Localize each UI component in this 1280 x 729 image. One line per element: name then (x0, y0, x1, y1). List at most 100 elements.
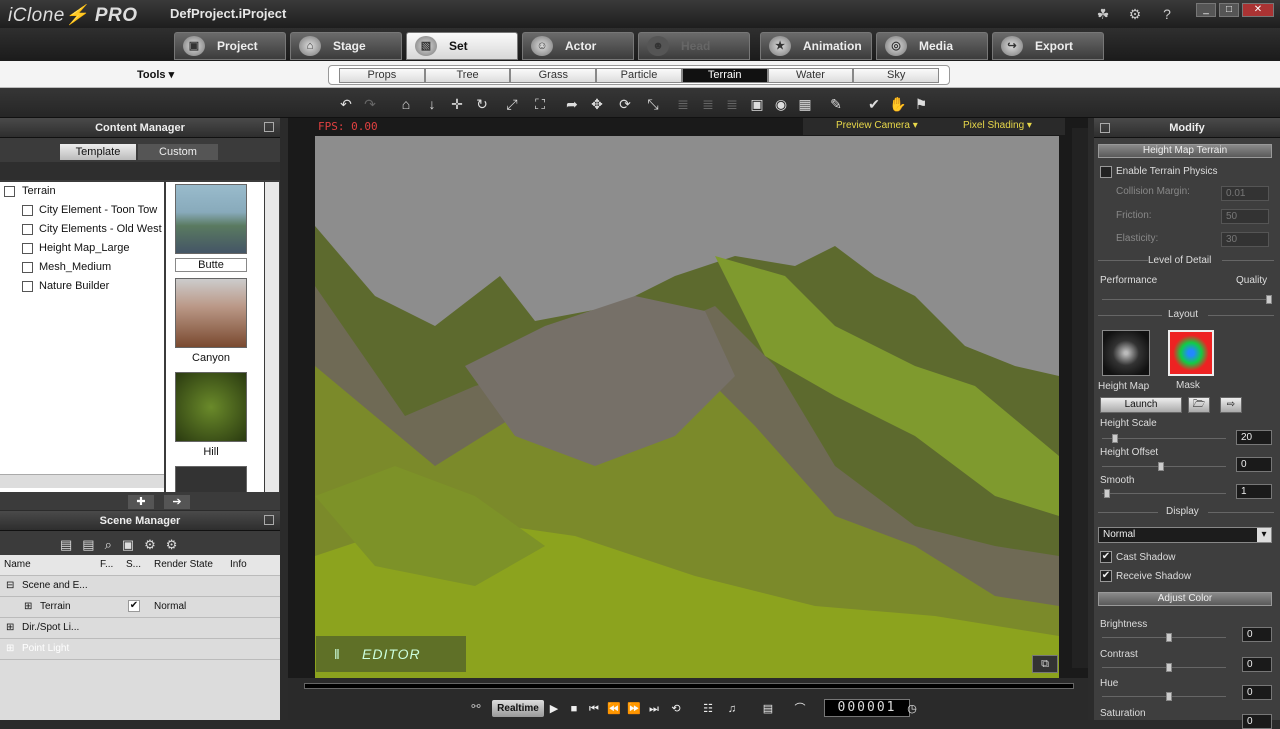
thumbnail-next[interactable] (175, 466, 247, 492)
tab-custom[interactable]: Custom (138, 144, 218, 160)
pan-icon[interactable]: ✥ (589, 96, 605, 112)
scene-toolbar[interactable]: ▤▤⌕▣⚙⚙ (60, 537, 230, 553)
camera-dropdown[interactable]: Preview Camera ▾ (836, 120, 918, 131)
subtab-terrain[interactable]: Terrain (681, 68, 768, 83)
realtime-button[interactable]: Realtime (492, 700, 544, 717)
table-row[interactable]: ⊞ Point Light (0, 639, 280, 660)
slider-knob[interactable] (1166, 633, 1172, 642)
scale-icon[interactable]: ⤢ (504, 96, 520, 112)
display-dropdown[interactable]: Normal ▾ (1098, 527, 1272, 543)
tab-animation[interactable]: ★ Animation (760, 32, 872, 60)
restore-view-icon[interactable]: ⧉ (1032, 655, 1058, 673)
undo-icon[interactable]: ↶ (338, 96, 354, 112)
launch-button[interactable]: Launch (1100, 397, 1182, 413)
brightness-slider[interactable] (1102, 633, 1226, 642)
first-frame-icon[interactable]: ⏮ (586, 702, 602, 716)
minimize-button[interactable]: _ (1196, 3, 1216, 17)
curve-icon[interactable]: ⌒ (792, 702, 808, 716)
subtab-grass[interactable]: Grass (510, 68, 597, 83)
height-offset-field[interactable]: 0 (1236, 457, 1272, 472)
height-scale-slider[interactable] (1102, 434, 1226, 443)
cast-shadow-checkbox[interactable]: ✔ (1100, 551, 1112, 563)
brightness-field[interactable]: 0 (1242, 627, 1272, 642)
timeline-track[interactable] (304, 683, 1074, 689)
viewport[interactable] (288, 118, 1088, 679)
forward-icon[interactable]: ⏩ (626, 702, 642, 716)
pick-icon[interactable]: ➦ (564, 96, 580, 112)
open-folder-icon[interactable]: 🗁 (1188, 397, 1210, 413)
close-button[interactable]: ✕ (1242, 3, 1274, 17)
vertical-scrollbar[interactable] (265, 182, 279, 492)
tree-item-terrain[interactable]: Terrain (0, 182, 164, 201)
smooth-field[interactable]: 1 (1236, 484, 1272, 499)
collapse-icon[interactable] (1100, 123, 1110, 133)
tree-item[interactable]: Height Map_Large (0, 239, 164, 258)
flag-icon[interactable]: ⚑ (913, 96, 929, 112)
collapse-icon[interactable] (264, 515, 274, 525)
pause-icon[interactable]: ‖ (334, 636, 341, 672)
tab-media[interactable]: ◎ Media (876, 32, 988, 60)
hue-slider[interactable] (1102, 692, 1226, 701)
saturation-field[interactable]: 0 (1242, 714, 1272, 729)
add-icon[interactable]: ✚ (128, 495, 154, 509)
adjust-color-header[interactable]: Adjust Color (1098, 592, 1272, 606)
record-icon[interactable]: ▤ (760, 702, 776, 716)
paint-icon[interactable]: ✎ (828, 96, 844, 112)
slider-knob[interactable] (1104, 489, 1110, 498)
tree-item[interactable]: Mesh_Medium (0, 258, 164, 277)
gear-icon[interactable]: ⚙ (1126, 5, 1144, 23)
tools-menu[interactable]: Tools ▾ (137, 68, 174, 81)
frame-counter[interactable]: 000001 (824, 699, 910, 717)
horizontal-scrollbar[interactable] (0, 474, 164, 488)
tab-export[interactable]: ↪ Export (992, 32, 1104, 60)
preview-window-icon[interactable]: ▣ (749, 96, 765, 112)
zoom-icon[interactable]: ⤡ (645, 96, 661, 112)
grid-icon[interactable]: ▦ (797, 96, 813, 112)
timeline-editor-icon[interactable]: ☷ (700, 702, 716, 716)
move-icon[interactable]: ✛ (449, 96, 465, 112)
slider-knob[interactable] (1166, 692, 1172, 701)
tab-actor[interactable]: ☺ Actor (522, 32, 634, 60)
export-map-icon[interactable]: ⇨ (1220, 397, 1242, 413)
last-frame-icon[interactable]: ⏭ (646, 702, 662, 716)
table-row[interactable]: ⊟ Scene and E... (0, 576, 280, 597)
mascot-icon[interactable]: ☘ (1094, 5, 1112, 23)
lod-slider[interactable] (1102, 295, 1272, 304)
thumbnail-butte[interactable] (175, 184, 247, 254)
rewind-icon[interactable]: ⏪ (606, 702, 622, 716)
slider-knob[interactable] (1266, 295, 1272, 304)
thumbnail-canyon[interactable] (175, 278, 247, 348)
receive-shadow-checkbox[interactable]: ✔ (1100, 570, 1112, 582)
hand-icon[interactable]: ✋ (889, 96, 906, 112)
rotate-icon[interactable]: ↻ (474, 96, 490, 112)
thumbnail-hill[interactable] (175, 372, 247, 442)
link-icon[interactable]: ⚯ (466, 700, 486, 717)
help-icon[interactable]: ? (1158, 5, 1176, 23)
height-offset-slider[interactable] (1102, 462, 1226, 471)
tab-set[interactable]: ▧ Set (406, 32, 518, 60)
fit-icon[interactable]: ⛶ (532, 96, 548, 112)
smooth-slider[interactable] (1102, 489, 1226, 498)
home-icon[interactable]: ⌂ (398, 96, 414, 112)
maximize-button[interactable]: □ (1219, 3, 1239, 17)
orbit-icon[interactable]: ⟳ (617, 96, 633, 112)
audio-icon[interactable]: ♫ (724, 702, 740, 716)
tree-item[interactable]: Nature Builder (0, 277, 164, 296)
tree-item[interactable]: City Element - Toon Tow (0, 201, 164, 220)
tab-stage[interactable]: ⌂ Stage (290, 32, 402, 60)
collapse-icon[interactable] (264, 122, 274, 132)
tab-template[interactable]: Template (60, 144, 136, 160)
height-map-terrain-header[interactable]: Height Map Terrain (1098, 144, 1272, 158)
subtab-water[interactable]: Water (767, 68, 854, 83)
check-icon[interactable]: ✔ (866, 96, 882, 112)
camera-view-icon[interactable]: ◉ (773, 96, 789, 112)
contrast-field[interactable]: 0 (1242, 657, 1272, 672)
subtab-sky[interactable]: Sky (853, 68, 940, 83)
shading-dropdown[interactable]: Pixel Shading ▾ (963, 120, 1032, 131)
apply-icon[interactable]: ➔ (164, 495, 190, 509)
visibility-checkbox[interactable]: ✔ (128, 600, 140, 612)
contrast-slider[interactable] (1102, 663, 1226, 672)
tab-project[interactable]: ▣ Project (174, 32, 286, 60)
table-row[interactable]: ⊞ Terrain ✔ Normal (0, 597, 280, 618)
table-row[interactable]: ⊞ Dir./Spot Li... (0, 618, 280, 639)
